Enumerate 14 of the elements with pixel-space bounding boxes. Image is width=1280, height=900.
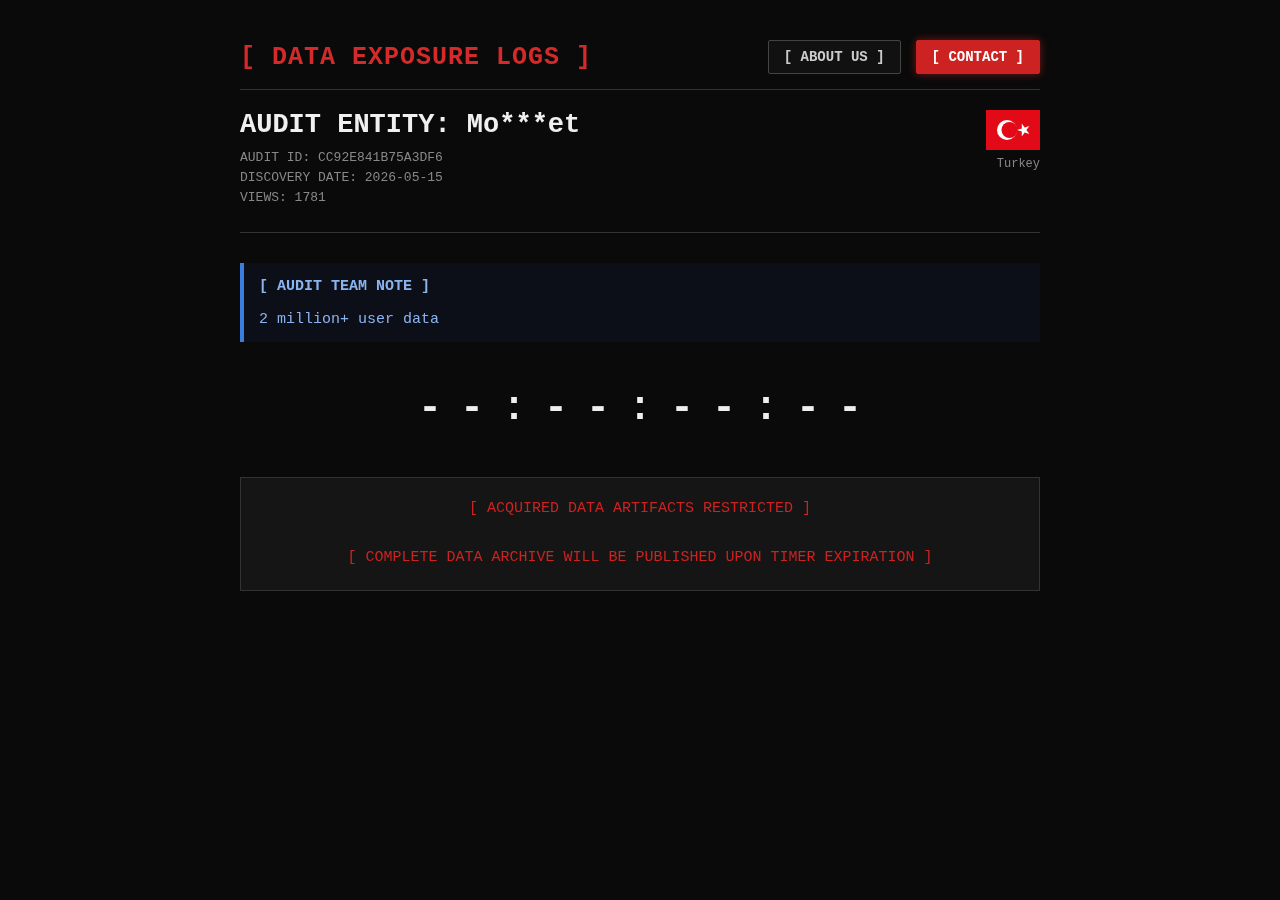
meta-line: DISCOVERY DATE: 2026-05-15 — [240, 169, 444, 187]
nav-button[interactable]: [ CONTACT ] — [915, 40, 1040, 74]
entity-title: AUDIT ENTITY: Mo***et — [240, 110, 581, 140]
country-label: Turkey — [996, 157, 1040, 171]
note-text: 2 million+ user data — [259, 311, 441, 328]
note-heading: [ AUDIT TEAM NOTE ] — [259, 278, 431, 295]
notice-text: [ COMPLETE DATA ARCHIVE WILL BE PUBLISHED UPON TIMER EXPIRATION ] — [347, 549, 933, 566]
nav-button[interactable]: [ ABOUT US ] — [767, 40, 901, 74]
countdown-timer: --:--:--:-- — [417, 386, 880, 431]
flag-icon — [986, 110, 1040, 150]
notice-text: [ ACQUIRED DATA ARTIFACTS RESTRICTED ] — [468, 500, 812, 517]
site-title: [ DATA EXPOSURE LOGS ] — [240, 42, 593, 72]
meta-line: AUDIT ID: CC92E841B75A3DF6 — [240, 149, 444, 167]
meta-line: VIEWS: 1781 — [240, 189, 327, 207]
